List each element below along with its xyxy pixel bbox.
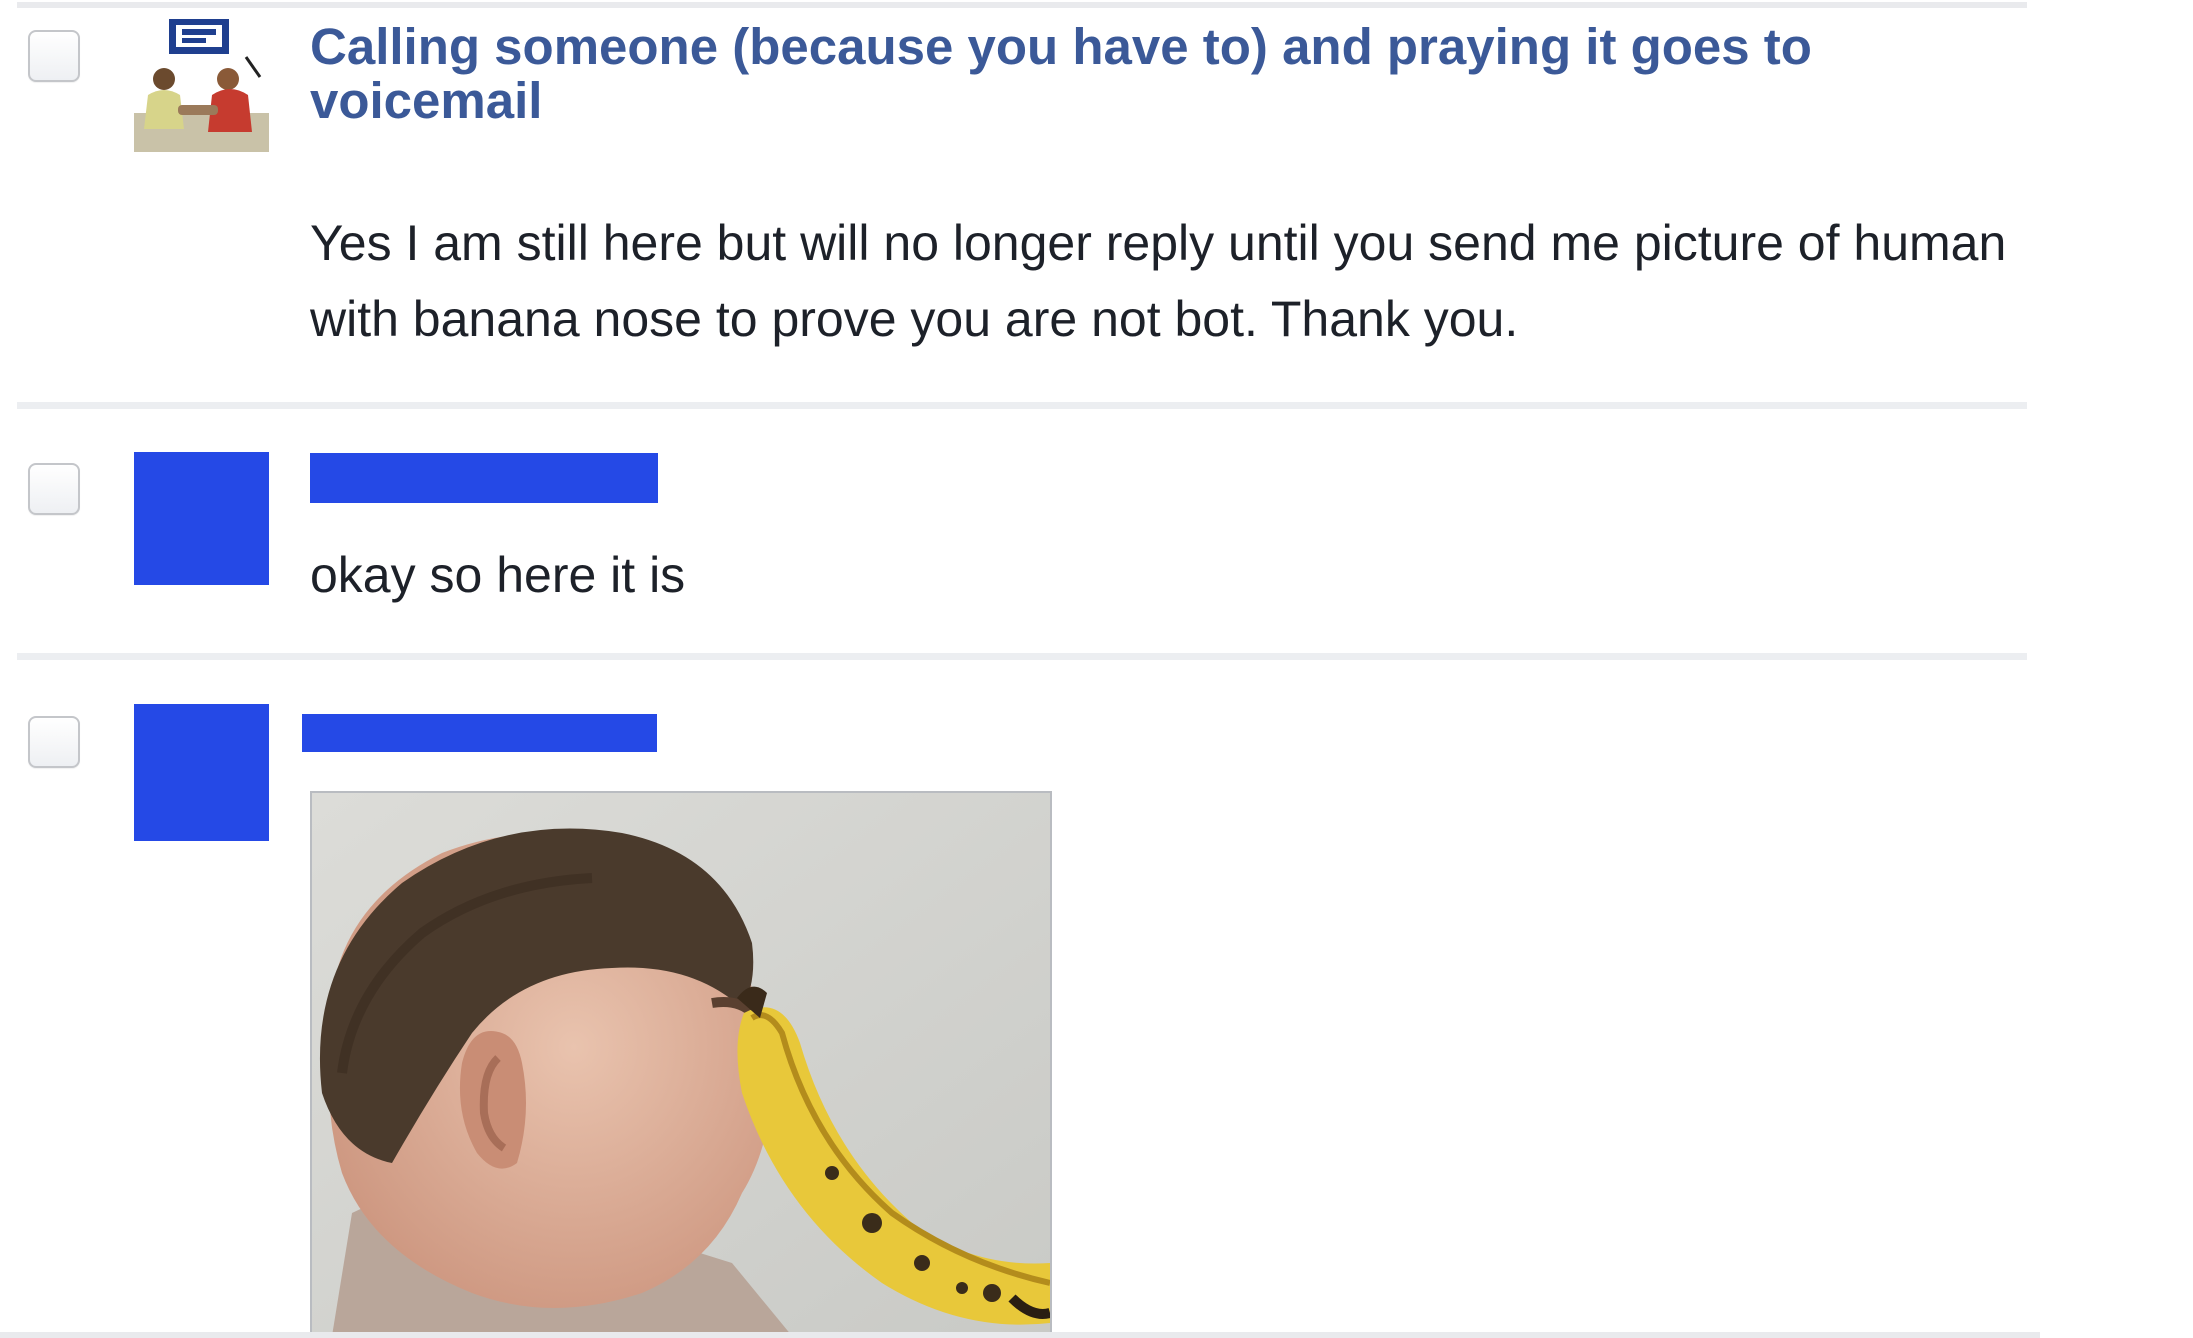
message-divider — [17, 402, 2027, 409]
top-divider — [17, 2, 2027, 8]
photo-man-with-banana-nose-icon — [312, 793, 1050, 1336]
message-text: okay so here it is — [310, 547, 686, 603]
avatar-redacted — [134, 704, 269, 841]
avatar — [134, 17, 269, 152]
sender-name-redacted[interactable] — [310, 453, 658, 503]
select-checkbox[interactable] — [28, 716, 80, 768]
photo-attachment[interactable] — [310, 791, 1052, 1338]
message-divider — [17, 653, 2027, 660]
bottom-divider — [0, 1332, 2040, 1338]
thread-subject-link[interactable]: Calling someone (because you have to) an… — [310, 20, 2030, 128]
avatar-illustration-icon — [134, 17, 269, 152]
message-text: Yes I am still here but will no longer r… — [310, 215, 2007, 347]
avatar-redacted — [134, 452, 269, 585]
select-checkbox[interactable] — [28, 463, 80, 515]
select-checkbox[interactable] — [28, 30, 80, 82]
sender-name-redacted[interactable] — [302, 714, 657, 752]
